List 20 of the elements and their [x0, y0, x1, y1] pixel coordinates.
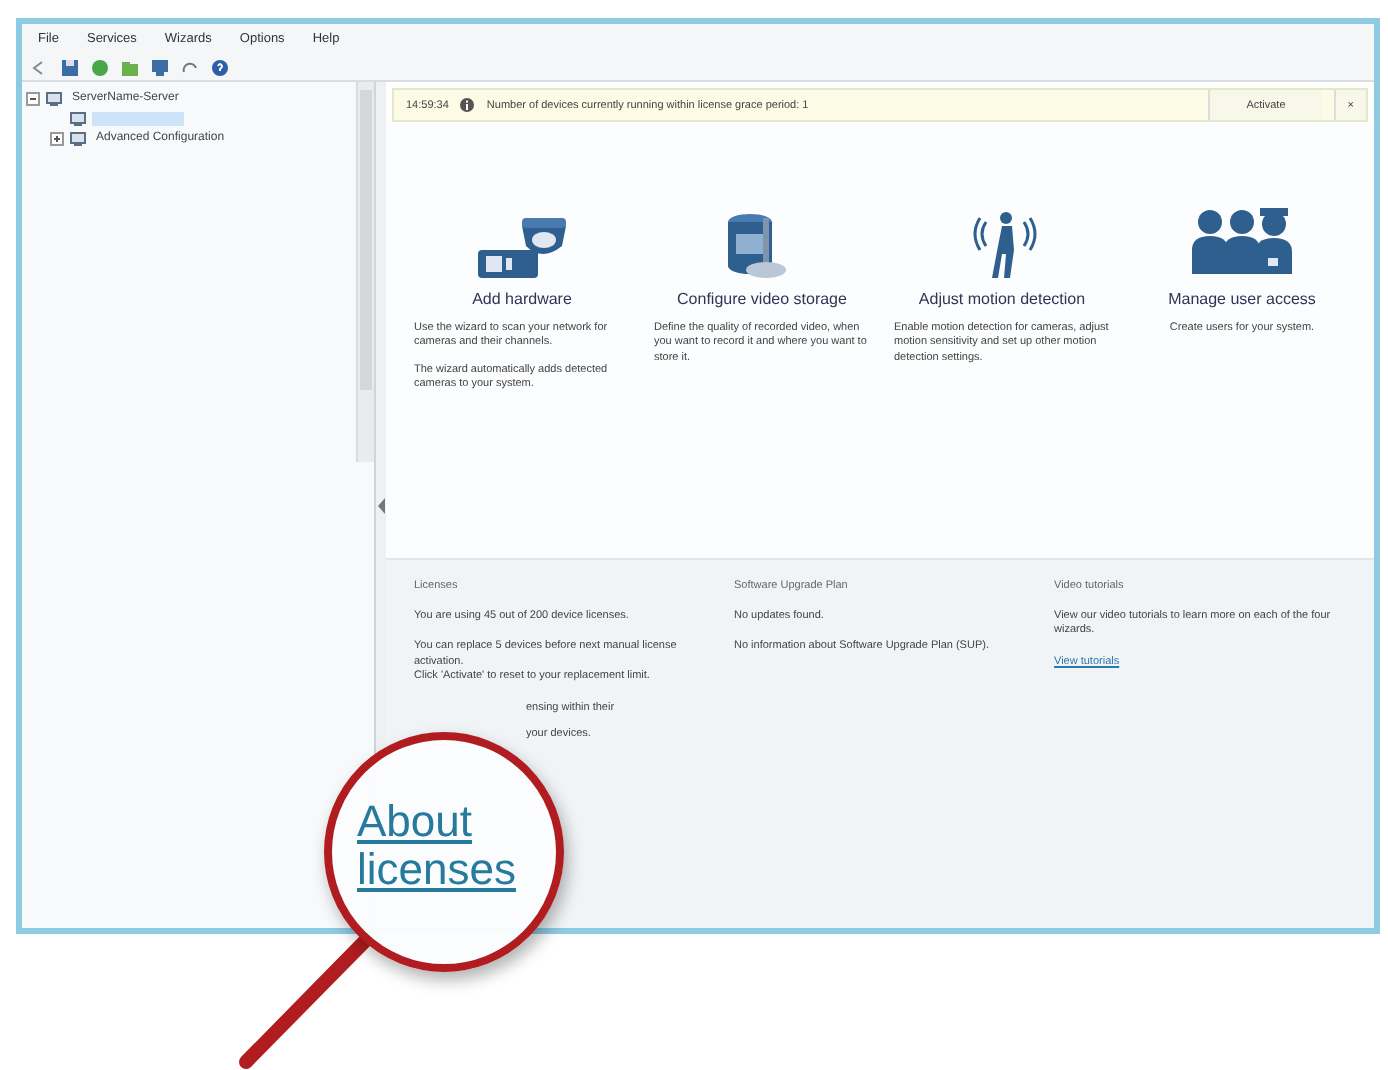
server-icon	[70, 111, 86, 125]
save-icon[interactable]	[60, 57, 80, 77]
info-icon	[460, 98, 475, 112]
folder-icon[interactable]	[120, 57, 140, 77]
users-icon	[1192, 206, 1292, 278]
monitor-icon[interactable]	[150, 57, 170, 77]
wizard-title[interactable]: Adjust motion detection	[894, 290, 1110, 308]
expand-icon[interactable]	[50, 131, 64, 145]
server-icon	[46, 91, 62, 105]
scrollbar[interactable]	[356, 82, 374, 462]
refresh-icon[interactable]	[180, 57, 200, 77]
wizard-title[interactable]: Add hardware	[414, 290, 630, 308]
about-licenses-link[interactable]: About licenses	[341, 797, 547, 895]
server-icon	[70, 131, 86, 145]
help-icon[interactable]	[210, 57, 230, 77]
wizard-title[interactable]: Configure video storage	[654, 290, 870, 308]
splitter-arrow-icon	[377, 497, 385, 513]
circle-icon[interactable]	[90, 57, 110, 77]
wizard-title[interactable]: Manage user access	[1134, 290, 1350, 308]
collapse-icon[interactable]	[26, 91, 40, 105]
